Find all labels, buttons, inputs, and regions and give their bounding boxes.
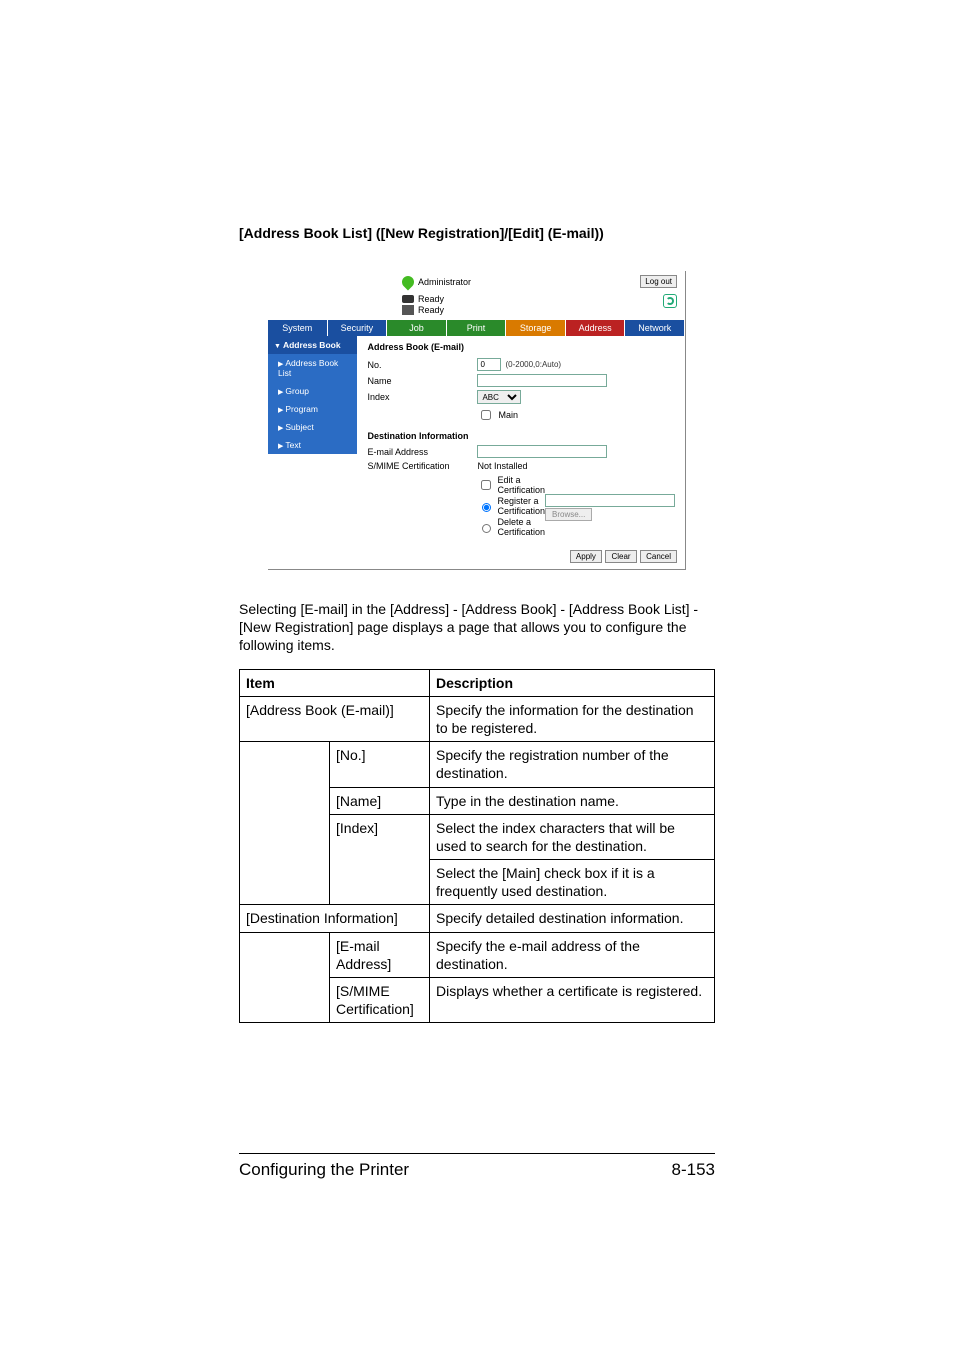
checkbox-edit-cert[interactable] — [481, 480, 491, 490]
status-ready-1: Ready — [418, 294, 444, 304]
cancel-button[interactable]: Cancel — [640, 550, 677, 563]
sidebar-program[interactable]: ▶Program — [268, 400, 357, 418]
tab-security[interactable]: Security — [328, 320, 388, 336]
cell-r7-desc: Displays whether a certificate is regist… — [430, 978, 715, 1023]
label-name: Name — [367, 376, 477, 386]
apply-button[interactable]: Apply — [570, 550, 602, 563]
cell-r6-desc: Specify the e-mail address of the destin… — [430, 932, 715, 977]
admin-label: Administrator — [418, 277, 471, 287]
radio-delete-cert[interactable] — [482, 524, 491, 533]
sidebar-text[interactable]: ▶Text — [268, 436, 357, 454]
cell-index: [Index] — [330, 814, 430, 905]
logout-button[interactable]: Log out — [640, 275, 677, 288]
section-title: [Address Book List] ([New Registration]/… — [239, 225, 715, 241]
admin-icon — [400, 273, 417, 290]
toner-icon — [402, 295, 414, 303]
input-no[interactable] — [477, 358, 501, 371]
cell-r2-desc: Specify the registration number of the d… — [430, 742, 715, 787]
clear-button[interactable]: Clear — [605, 550, 636, 563]
cell-r1-desc: Specify the information for the destinat… — [430, 696, 715, 741]
label-email: E-mail Address — [367, 447, 477, 457]
refresh-icon[interactable] — [663, 294, 677, 308]
tab-row: System Security Job Print Storage Addres… — [268, 320, 685, 336]
cell-name: [Name] — [330, 787, 430, 814]
page-footer: Configuring the Printer 8-153 — [239, 1153, 715, 1180]
cell-no: [No.] — [330, 742, 430, 787]
sidebar-address-book-list[interactable]: ▶Address Book List — [268, 354, 357, 382]
tab-network[interactable]: Network — [625, 320, 685, 336]
cell-blank-1 — [240, 742, 330, 905]
label-register-cert: Register a Certification — [497, 496, 545, 516]
th-item: Item — [240, 669, 430, 696]
footer-left: Configuring the Printer — [239, 1160, 409, 1180]
cell-blank-2 — [240, 932, 330, 1023]
label-delete-cert: Delete a Certification — [497, 517, 545, 537]
select-index[interactable]: ABC — [477, 390, 521, 404]
cell-r5-desc: Specify detailed destination information… — [430, 905, 715, 932]
cell-r4-desc-a: Select the index characters that will be… — [430, 814, 715, 859]
checkbox-main[interactable] — [481, 410, 491, 420]
th-description: Description — [430, 669, 715, 696]
intro-paragraph: Selecting [E-mail] in the [Address] - [A… — [239, 600, 715, 655]
cell-r3-desc: Type in the destination name. — [430, 787, 715, 814]
description-table: Item Description [Address Book (E-mail)]… — [239, 669, 715, 1024]
sidebar-subject[interactable]: ▶Subject — [268, 418, 357, 436]
label-smime: S/MIME Certification — [367, 461, 477, 471]
cell-dest-info: [Destination Information] — [240, 905, 430, 932]
sidebar: ▼Address Book ▶Address Book List ▶Group … — [268, 336, 357, 547]
browse-button[interactable]: Browse... — [545, 508, 592, 521]
input-name[interactable] — [477, 374, 607, 387]
cell-address-book-email: [Address Book (E-mail)] — [240, 696, 430, 741]
tab-system[interactable]: System — [268, 320, 328, 336]
cell-r4-desc-b: Select the [Main] check box if it is a f… — [430, 860, 715, 905]
hint-no: (0-2000,0:Auto) — [505, 360, 561, 369]
label-edit-cert: Edit a Certification — [497, 475, 545, 495]
tab-job[interactable]: Job — [387, 320, 447, 336]
sidebar-address-book[interactable]: ▼Address Book — [268, 336, 357, 354]
form-title: Address Book (E-mail) — [367, 342, 675, 352]
label-no: No. — [367, 360, 477, 370]
printer-icon — [402, 305, 414, 315]
cell-email-addr: [E-mail Address] — [330, 932, 430, 977]
label-main: Main — [498, 410, 518, 420]
sidebar-group[interactable]: ▶Group — [268, 382, 357, 400]
status-ready-2: Ready — [418, 305, 444, 315]
radio-register-cert[interactable] — [482, 503, 491, 512]
footer-right: 8-153 — [672, 1160, 715, 1180]
input-cert-file[interactable] — [545, 494, 675, 507]
tab-print[interactable]: Print — [447, 320, 507, 336]
tab-storage[interactable]: Storage — [506, 320, 566, 336]
tab-address[interactable]: Address — [566, 320, 626, 336]
screenshot: Administrator Log out Ready Ready System… — [268, 271, 686, 570]
dest-info-heading: Destination Information — [367, 431, 675, 441]
label-index: Index — [367, 392, 477, 402]
input-email[interactable] — [477, 445, 607, 458]
smime-value: Not Installed — [477, 461, 527, 471]
cell-smime-cert: [S/MIME Certification] — [330, 978, 430, 1023]
